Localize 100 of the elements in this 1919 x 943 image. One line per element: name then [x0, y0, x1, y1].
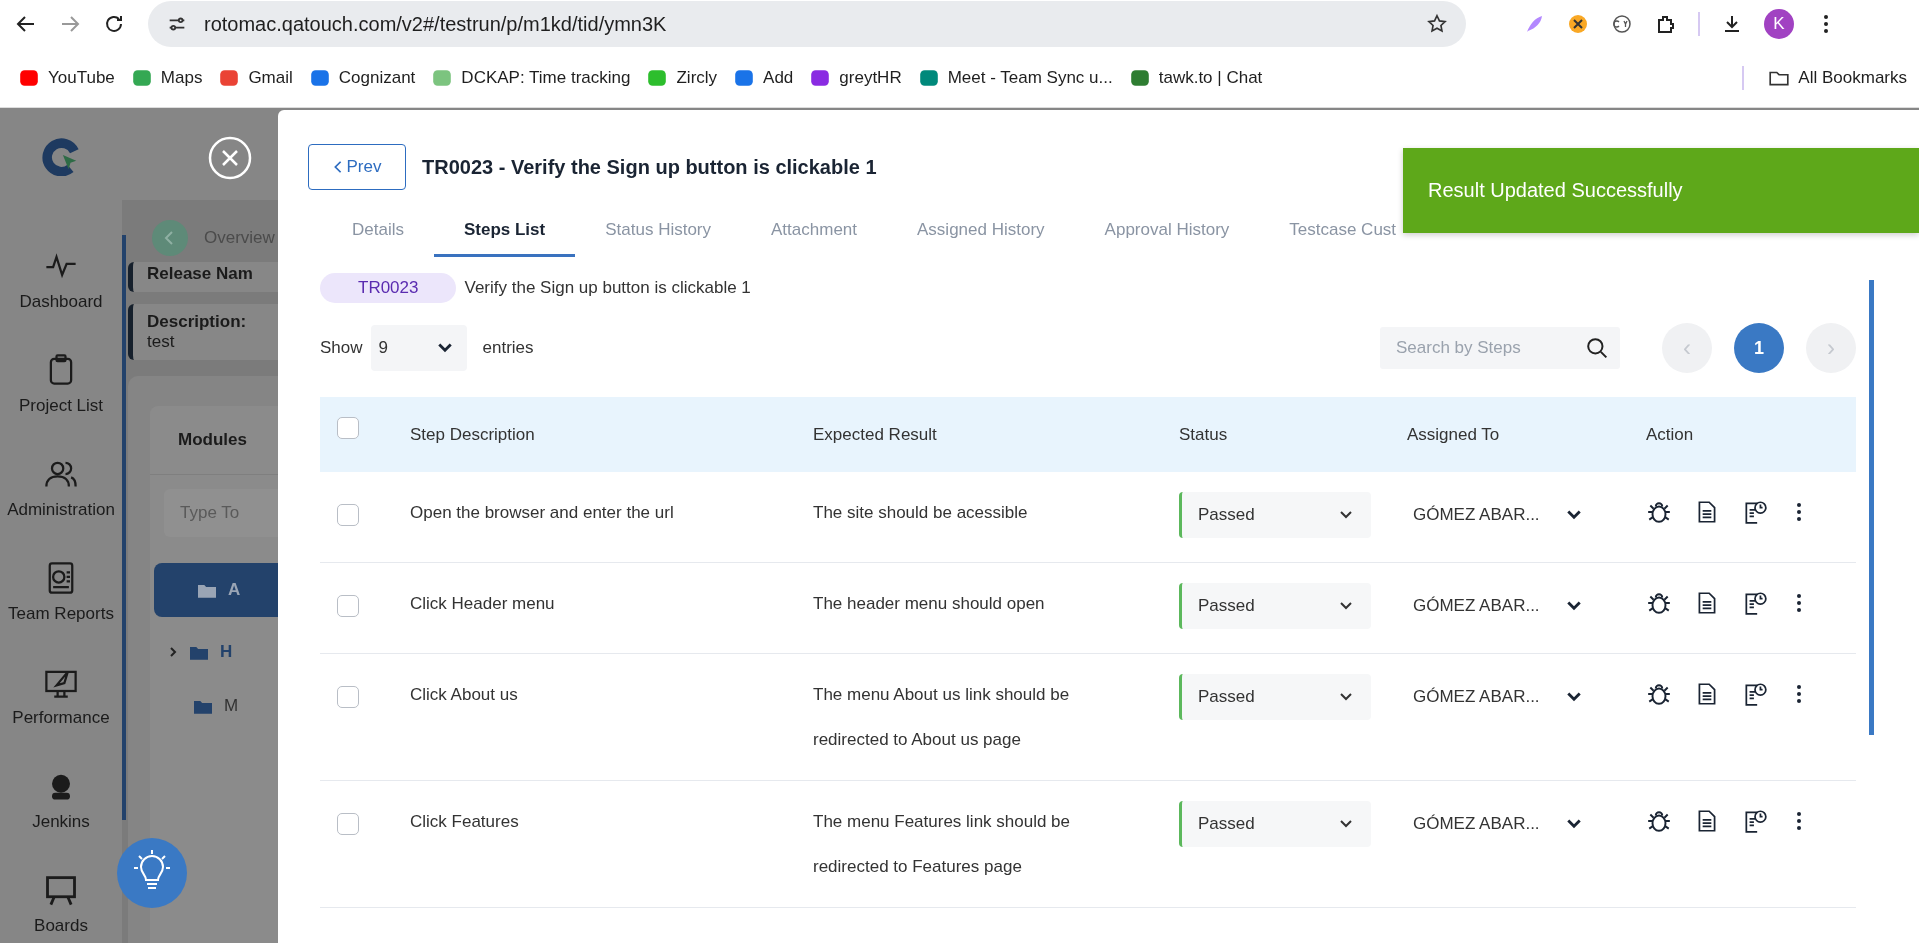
table-cell-text: The menu Features link should be redirected to Features page	[813, 811, 1072, 878]
more-icon[interactable]	[1796, 502, 1802, 522]
chevron-down-icon	[1565, 509, 1582, 521]
sidebar-item[interactable]: Jenkins	[7, 768, 115, 832]
chevron-down-icon	[1565, 818, 1582, 830]
folder-icon	[190, 644, 208, 660]
clipboard-clock-icon[interactable]	[1742, 808, 1768, 834]
url-text: rotomac.qatouch.com/v2#/testrun/p/m1kd/tid/ymn3K	[204, 12, 668, 36]
status-select[interactable]: Passed	[1179, 801, 1371, 847]
status-select[interactable]: Passed	[1179, 492, 1371, 538]
sidebar-item[interactable]: Performance	[7, 664, 115, 728]
tab[interactable]: Details	[322, 210, 434, 257]
more-icon[interactable]	[1796, 811, 1802, 831]
tree-item[interactable]: H	[150, 625, 278, 679]
select-all-checkbox[interactable]	[337, 416, 359, 439]
caret-icon[interactable]	[168, 646, 178, 658]
column-header: Status	[1179, 424, 1229, 445]
entries-label: entries	[482, 338, 534, 358]
more-icon[interactable]	[1796, 684, 1802, 704]
status-select[interactable]: Passed	[1179, 674, 1371, 720]
address-bar[interactable]: rotomac.qatouch.com/v2#/testrun/p/m1kd/tid/ymn3K	[148, 1, 1466, 47]
search-icon	[1586, 337, 1608, 359]
row-checkbox[interactable]	[337, 686, 359, 708]
app-logo[interactable]	[42, 138, 80, 176]
extension-icon[interactable]	[1566, 12, 1590, 36]
release-label: Release Nam	[147, 264, 254, 284]
bookmark[interactable]: Gmail	[218, 66, 293, 89]
chevron-down-icon	[1339, 601, 1353, 611]
modal-title: TR0023 - Verify the Sign up button is clickable 1	[422, 155, 877, 179]
sidebar-item[interactable]: Dashboard	[7, 248, 115, 312]
bug-icon[interactable]	[1646, 590, 1672, 616]
tab[interactable]: Assigned History	[887, 210, 1075, 257]
page-button[interactable]: 1	[1734, 323, 1784, 373]
assignee-select[interactable]: GÓMEZ ABAR...	[1407, 801, 1646, 847]
tree-item[interactable]: A	[154, 563, 278, 617]
tab[interactable]: Steps List	[433, 210, 576, 257]
sidebar-item[interactable]: Team Reports	[7, 560, 115, 624]
table-cell-text: Click About us	[410, 684, 519, 706]
case-id-tag: TR0023	[320, 273, 457, 303]
search-field[interactable]: Search by Steps	[1380, 327, 1620, 369]
chevron-down-icon	[1339, 819, 1353, 829]
tree-item[interactable]: M	[150, 679, 278, 733]
entries-select[interactable]: 9	[370, 325, 467, 371]
bug-icon[interactable]	[1646, 808, 1672, 834]
assignee-select[interactable]: GÓMEZ ABAR...	[1407, 492, 1646, 538]
tab[interactable]: Approval History	[1074, 210, 1260, 257]
bookmark[interactable]: tawk.to | Chat	[1128, 66, 1263, 89]
folder-icon	[198, 582, 216, 598]
bookmark-star-icon[interactable]	[1426, 13, 1448, 35]
chevron-down-icon	[1339, 692, 1353, 702]
bookmark[interactable]: Cognizant	[308, 66, 416, 89]
table-cell-text: The site should be acessible	[813, 502, 1029, 524]
clipboard-clock-icon[interactable]	[1742, 590, 1768, 616]
row-checkbox[interactable]	[337, 813, 359, 835]
description-text: test	[147, 332, 176, 352]
bookmark[interactable]: Zircly	[646, 66, 718, 89]
more-icon[interactable]	[1796, 593, 1802, 613]
bookmark[interactable]: Maps	[130, 66, 203, 89]
row-checkbox[interactable]	[337, 504, 359, 526]
bookmark[interactable]: DCKAP: Time tracking	[431, 66, 631, 89]
column-header: Assigned To	[1407, 424, 1501, 445]
bug-icon[interactable]	[1646, 681, 1672, 707]
sidebar-item[interactable]: Boards	[7, 872, 115, 936]
tab[interactable]: Attachment	[741, 210, 888, 257]
bookmark[interactable]: Meet - Team Sync u...	[917, 66, 1113, 89]
table-cell-text: The menu About us link should be redirected to About us page	[813, 684, 1071, 751]
column-header: Step Description	[410, 424, 536, 445]
status-select[interactable]: Passed	[1179, 583, 1371, 629]
clipboard-clock-icon[interactable]	[1742, 681, 1768, 707]
profile-avatar[interactable]: K	[1764, 9, 1794, 39]
case-title: Verify the Sign up button is clickable 1	[464, 278, 751, 298]
all-bookmarks-button[interactable]: All Bookmarks	[1768, 66, 1907, 89]
tab[interactable]: Testcase Cust	[1259, 210, 1427, 257]
table-cell-text: The header menu should open	[813, 593, 1046, 615]
bug-icon[interactable]	[1646, 499, 1672, 525]
description-label: Description:	[147, 312, 248, 332]
show-label: Show	[320, 338, 363, 358]
toast-message: Result Updated Successfully	[1428, 179, 1683, 202]
chevron-down-icon	[1339, 510, 1353, 520]
column-header: Expected Result	[813, 424, 938, 445]
folder-icon	[194, 698, 212, 714]
modules-title: Modules	[177, 430, 248, 450]
sidebar-item[interactable]: Administration	[7, 456, 115, 520]
column-header: Action	[1646, 424, 1695, 445]
idea-button[interactable]	[117, 838, 187, 908]
assignee-select[interactable]: GÓMEZ ABAR...	[1407, 583, 1646, 629]
table-cell-text: Click Features	[410, 811, 520, 833]
table-cell-text: Click Header menu	[410, 593, 556, 615]
clipboard-clock-icon[interactable]	[1742, 499, 1768, 525]
bookmark[interactable]: YouTube	[18, 66, 115, 89]
assignee-select[interactable]: GÓMEZ ABAR...	[1407, 674, 1646, 720]
close-icon[interactable]	[208, 136, 252, 180]
bookmark[interactable]: Add	[733, 66, 794, 89]
extension-icon[interactable]	[1610, 12, 1634, 36]
sidebar-item[interactable]: Project List	[7, 352, 115, 416]
chevron-down-icon	[1565, 600, 1582, 612]
tab[interactable]: Status History	[575, 210, 742, 257]
prev-button[interactable]: Prev	[308, 144, 406, 190]
bookmark[interactable]: greytHR	[809, 66, 902, 89]
row-checkbox[interactable]	[337, 595, 359, 617]
